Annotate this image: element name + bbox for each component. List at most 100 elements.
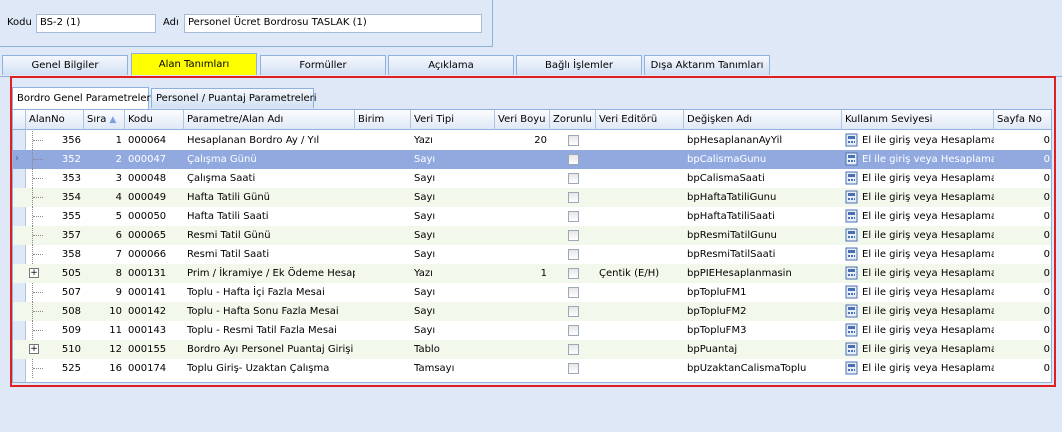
cell-veri-tipi: Yazı [414, 268, 433, 279]
zorunlu-checkbox[interactable] [568, 154, 579, 165]
kullanim-seviyesi-text: El ile giriş veya Hesaplama [862, 154, 994, 165]
zorunlu-checkbox[interactable] [568, 306, 579, 317]
cell-veri-boyu [495, 169, 550, 188]
col-zorunlu[interactable]: Zorunlu [550, 110, 596, 130]
cell-veri-boyu [495, 302, 550, 321]
col-sira[interactable]: Sıra ▲ [84, 110, 125, 130]
col-degisken-adi[interactable]: Değişken Adı [684, 110, 842, 130]
table-row[interactable]: 509 11 000143 Toplu - Resmi Tatil Fazla Mes… [13, 321, 1051, 340]
table-row[interactable]: 507 9 000141 Toplu - Hafta İçi Fazla Mesai S… [13, 283, 1051, 302]
cell-birim [355, 359, 411, 378]
zorunlu-checkbox[interactable] [568, 363, 579, 374]
cell-veri-tipi: Sayı [414, 287, 436, 298]
zorunlu-checkbox[interactable] [568, 135, 579, 146]
cell-sira: 3 [115, 173, 122, 184]
table-row[interactable]: +510 12 000155 Bordro Ayı Personel Puantaj … [13, 340, 1051, 359]
kullanim-seviyesi-text: El ile giriş veya Hesaplama [862, 287, 994, 298]
table-row[interactable]: 355 5 000050 Hafta Tatili Saati Sayı bpHaftaT… [13, 207, 1051, 226]
cell-birim [355, 131, 411, 150]
tab-formuller[interactable]: Formüller [260, 55, 386, 75]
sort-asc-icon: ▲ [109, 115, 117, 125]
zorunlu-checkbox[interactable] [568, 287, 579, 298]
table-row[interactable]: › 352 2 000047 Çalışma Günü Sayı bpCalismaGunu… [13, 150, 1051, 169]
table-row[interactable]: +505 8 000131 Prim / İkramiye / Ek Ödeme He… [13, 264, 1051, 283]
cell-alanno: 357 [61, 230, 81, 241]
table-row[interactable]: 508 10 000142 Toplu - Hafta Sonu Fazla Mesa… [13, 302, 1051, 321]
cell-alanno: 356 [61, 135, 81, 146]
cell-degisken-adi: bpTopluFM3 [687, 325, 747, 336]
keyboard-calc-icon [845, 304, 858, 318]
main-tabs: Genel Bilgiler Alan Tanımları Formüller … [2, 53, 1062, 77]
zorunlu-checkbox[interactable] [568, 344, 579, 355]
zorunlu-checkbox[interactable] [568, 249, 579, 260]
cell-kodu: 000048 [128, 173, 167, 184]
cell-sira: 4 [115, 192, 122, 203]
col-veri-editoru[interactable]: Veri Editörü [596, 110, 684, 130]
zorunlu-checkbox[interactable] [568, 268, 579, 279]
cell-veri-boyu [495, 188, 550, 207]
col-kodu[interactable]: Kodu [125, 110, 184, 130]
zorunlu-checkbox[interactable] [568, 325, 579, 336]
zorunlu-checkbox[interactable] [568, 230, 579, 241]
cell-degisken-adi: bpHesaplananAyYil [687, 135, 783, 146]
col-sayfa-no[interactable]: Sayfa No [994, 110, 1051, 130]
expand-plus-icon[interactable]: + [29, 268, 39, 278]
subtab-bordro-genel[interactable]: Bordro Genel Parametreleri [12, 87, 153, 109]
table-row[interactable]: 357 6 000065 Resmi Tatil Günü Sayı bpResmiTat… [13, 226, 1051, 245]
cell-veri-tipi: Sayı [414, 192, 436, 203]
tab-bagli-islemler[interactable]: Bağlı İşlemler [516, 55, 642, 75]
kullanim-seviyesi-text: El ile giriş veya Hesaplama [862, 325, 994, 336]
cell-parametre-adi: Bordro Ayı Personel Puantaj Girişi [187, 344, 354, 355]
tab-aciklama[interactable]: Açıklama [388, 55, 514, 75]
tree-branch [33, 368, 43, 369]
cell-veri-tipi: Sayı [414, 154, 436, 165]
col-birim[interactable]: Birim [355, 110, 411, 130]
keyboard-calc-icon [845, 361, 858, 375]
cell-sayfa-no: 0 [1043, 154, 1050, 165]
table-row[interactable]: 356 1 000064 Hesaplanan Bordro Ay / Yıl Yazı… [13, 131, 1051, 150]
cell-veri-boyu: 1 [540, 268, 547, 279]
col-alanno[interactable]: AlanNo [26, 110, 84, 130]
kullanim-seviyesi-text: El ile giriş veya Hesaplama [862, 192, 994, 203]
col-kullanim-seviyesi[interactable]: Kullanım Seviyesi [842, 110, 994, 130]
cell-sayfa-no: 0 [1043, 306, 1050, 317]
cell-veri-tipi: Tamsayı [414, 363, 455, 374]
grid-header: AlanNo Sıra ▲ Kodu Parametre/Alan Adı Bir… [13, 110, 1051, 130]
zorunlu-checkbox[interactable] [568, 192, 579, 203]
cell-kodu: 000174 [128, 363, 167, 374]
table-row[interactable]: 525 16 000174 Toplu Giriş- Uzaktan Çalışma T… [13, 359, 1051, 378]
cell-sira: 12 [109, 344, 122, 355]
subtab-personel-puantaj[interactable]: Personel / Puantaj Parametreleri [151, 88, 317, 108]
tab-disa-aktarim[interactable]: Dışa Aktarım Tanımları [644, 55, 770, 75]
adi-input[interactable]: Personel Ücret Bordrosu TASLAK (1) [184, 14, 482, 33]
cell-kodu: 000143 [128, 325, 167, 336]
cell-kodu: 000155 [128, 344, 167, 355]
cell-birim [355, 340, 411, 359]
cell-sira: 6 [115, 230, 122, 241]
cell-birim [355, 321, 411, 340]
cell-sira: 5 [115, 211, 122, 222]
cell-kodu: 000131 [128, 268, 167, 279]
cell-kullanim-seviyesi: El ile giriş veya Hesaplama [842, 207, 994, 226]
table-row[interactable]: 353 3 000048 Çalışma Saati Sayı bpCalismaSaat… [13, 169, 1051, 188]
col-parametre-alan-adi[interactable]: Parametre/Alan Adı [184, 110, 355, 130]
cell-veri-editoru [596, 169, 684, 188]
cell-degisken-adi: bpPIEHesaplanmasin [687, 268, 792, 279]
col-veri-boyu[interactable]: Veri Boyu [495, 110, 550, 130]
col-veri-tipi[interactable]: Veri Tipi [411, 110, 495, 130]
cell-alanno: 358 [61, 249, 81, 260]
table-row[interactable]: 358 7 000066 Resmi Tatil Saati Sayı bpResmiTa… [13, 245, 1051, 264]
tree-branch [33, 311, 43, 312]
tree-branch [33, 292, 43, 293]
table-row[interactable]: 354 4 000049 Hafta Tatili Günü Sayı bpHaftaTa… [13, 188, 1051, 207]
expand-plus-icon[interactable]: + [29, 344, 39, 354]
cell-veri-editoru [596, 245, 684, 264]
tab-genel-bilgiler[interactable]: Genel Bilgiler [2, 55, 128, 75]
zorunlu-checkbox[interactable] [568, 173, 579, 184]
keyboard-calc-icon [845, 133, 858, 147]
cell-sayfa-no: 0 [1043, 211, 1050, 222]
kodu-input[interactable]: BS-2 (1) [36, 14, 156, 33]
tree-branch [33, 197, 43, 198]
tab-alan-tanimlari[interactable]: Alan Tanımları [131, 53, 257, 75]
zorunlu-checkbox[interactable] [568, 211, 579, 222]
